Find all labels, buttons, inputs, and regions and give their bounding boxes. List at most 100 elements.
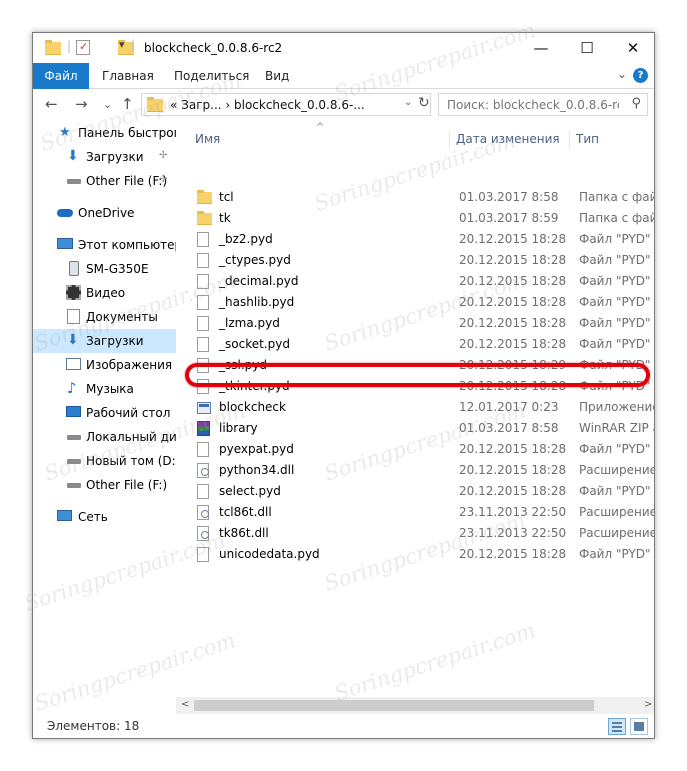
file-name: _lzma.pyd bbox=[219, 316, 280, 330]
dll-icon bbox=[197, 463, 209, 478]
explorer-window: | ✓ ▾ | blockcheck_0.0.8.6-rc2 — ☐ ✕ Фай… bbox=[32, 32, 655, 739]
file-row-ssl[interactable]: _ssl.pyd 20.12.2015 18:29 Файл "PYD" bbox=[183, 355, 654, 376]
large-icons-view-icon[interactable] bbox=[630, 718, 648, 735]
up-button[interactable]: ↑ bbox=[121, 95, 134, 113]
refresh-button[interactable]: ↻ bbox=[418, 95, 430, 111]
file-icon bbox=[197, 274, 209, 289]
application-icon bbox=[197, 402, 211, 414]
tab-view[interactable]: Вид bbox=[265, 69, 289, 83]
file-type: Файл "PYD" bbox=[579, 295, 651, 309]
nav-item-music[interactable]: ♪ Музыка bbox=[33, 377, 176, 401]
nav-item-downloads[interactable]: ⬇ Загрузки bbox=[33, 329, 176, 353]
nav-item-videos[interactable]: Видео bbox=[33, 281, 176, 305]
network-icon bbox=[57, 510, 72, 521]
file-row-socket[interactable]: _socket.pyd 20.12.2015 18:28 Файл "PYD" bbox=[183, 334, 654, 355]
file-row-tkinter[interactable]: _tkinter.pyd 20.12.2015 18:28 Файл "PYD" bbox=[183, 376, 654, 397]
scroll-right-icon[interactable]: > bbox=[644, 699, 652, 710]
minimize-button[interactable]: — bbox=[518, 33, 564, 63]
file-name: tcl86t.dll bbox=[219, 505, 272, 519]
recent-locations-button[interactable]: ⌄ bbox=[103, 98, 112, 111]
scrollbar-thumb[interactable] bbox=[194, 700, 594, 711]
file-type: Файл "PYD" bbox=[579, 379, 651, 393]
nav-item-this-pc[interactable]: Этот компьютер bbox=[33, 233, 176, 257]
nav-item-label: Этот компьютер bbox=[78, 238, 176, 252]
file-row-tcl86t[interactable]: tcl86t.dll 23.11.2013 22:50 Расширение п… bbox=[183, 502, 654, 523]
file-type: Файл "PYD" bbox=[579, 358, 651, 372]
folder-icon bbox=[147, 97, 163, 112]
column-header-type[interactable]: Тип bbox=[576, 132, 599, 146]
nav-item-documents[interactable]: Документы bbox=[33, 305, 176, 329]
nav-item-desktop[interactable]: Рабочий стол bbox=[33, 401, 176, 425]
nav-item-drive-c[interactable]: Локальный диск (C:) bbox=[33, 425, 176, 449]
nav-item-drive-f[interactable]: Other File (F:) bbox=[33, 473, 176, 497]
file-name: blockcheck bbox=[219, 400, 286, 414]
details-view-icon[interactable] bbox=[608, 718, 626, 735]
separator-icon: | bbox=[131, 38, 136, 52]
file-row-tk[interactable]: tk 01.03.2017 8:59 Папка с файлами bbox=[183, 208, 654, 229]
folder-icon bbox=[45, 40, 61, 55]
forward-button[interactable]: → bbox=[75, 95, 88, 113]
file-row-library[interactable]: library 01.03.2017 8:58 WinRAR ZIP архив bbox=[183, 418, 654, 439]
file-date: 01.03.2017 8:58 bbox=[459, 421, 559, 435]
file-row-tk86t[interactable]: tk86t.dll 23.11.2013 22:50 Расширение пр… bbox=[183, 523, 654, 544]
search-input[interactable] bbox=[439, 94, 619, 115]
maximize-button[interactable]: ☐ bbox=[564, 33, 610, 63]
file-icon bbox=[197, 484, 209, 499]
file-name: _bz2.pyd bbox=[219, 232, 273, 246]
nav-item-network[interactable]: Сеть bbox=[33, 505, 176, 529]
tab-file[interactable]: Файл bbox=[33, 63, 89, 89]
file-row-tcl[interactable]: tcl 01.03.2017 8:58 Папка с файлами bbox=[183, 187, 654, 208]
scroll-left-icon[interactable]: < bbox=[181, 699, 189, 710]
file-row-decimal[interactable]: _decimal.pyd 20.12.2015 18:28 Файл "PYD" bbox=[183, 271, 654, 292]
nav-item-other-file-pinned[interactable]: Other File (F:) ✢ bbox=[33, 169, 176, 193]
nav-item-onedrive[interactable]: OneDrive bbox=[33, 201, 176, 225]
file-type: Файл "PYD" bbox=[579, 316, 651, 330]
nav-item-label: Музыка bbox=[86, 382, 134, 396]
winrar-archive-icon bbox=[197, 421, 210, 436]
qat-dropdown-icon[interactable]: ▾ bbox=[119, 38, 125, 54]
file-name: unicodedata.pyd bbox=[219, 547, 320, 561]
ribbon-tabs: Файл Главная Поделиться Вид ⌄ ? bbox=[33, 63, 654, 89]
file-row-lzma[interactable]: _lzma.pyd 20.12.2015 18:28 Файл "PYD" bbox=[183, 313, 654, 334]
nav-item-downloads-pinned[interactable]: ⬇ Загрузки ✢ bbox=[33, 145, 176, 169]
nav-item-phone[interactable]: SM-G350E bbox=[33, 257, 176, 281]
column-divider[interactable] bbox=[449, 131, 450, 149]
close-button[interactable]: ✕ bbox=[610, 33, 654, 63]
file-row-blockcheck[interactable]: blockcheck 12.01.2017 0:23 Приложение bbox=[183, 397, 654, 418]
file-name: select.pyd bbox=[219, 484, 281, 498]
tab-home[interactable]: Главная bbox=[102, 69, 154, 83]
file-name: _ctypes.pyd bbox=[219, 253, 291, 267]
file-row-select[interactable]: select.pyd 20.12.2015 18:28 Файл "PYD" bbox=[183, 481, 654, 502]
back-button[interactable]: ← bbox=[45, 95, 58, 113]
address-bar[interactable]: « Загр... › blockcheck_0.0.8.6-... ⌄ ↻ bbox=[141, 93, 431, 116]
horizontal-scrollbar[interactable]: < > bbox=[176, 697, 654, 714]
nav-item-label: Рабочий стол bbox=[86, 406, 171, 420]
search-box[interactable]: ⚲ bbox=[438, 93, 648, 116]
nav-item-quick-access[interactable]: ★ Панель быстрого доступа bbox=[33, 121, 176, 145]
file-row-hashlib[interactable]: _hashlib.pyd 20.12.2015 18:28 Файл "PYD" bbox=[183, 292, 654, 313]
file-row-unicodedata[interactable]: unicodedata.pyd 20.12.2015 18:28 Файл "P… bbox=[183, 544, 654, 565]
file-row-pyexpat[interactable]: pyexpat.pyd 20.12.2015 18:28 Файл "PYD" bbox=[183, 439, 654, 460]
column-divider[interactable] bbox=[569, 131, 570, 149]
tab-share[interactable]: Поделиться bbox=[174, 69, 249, 83]
properties-icon[interactable]: ✓ bbox=[76, 40, 90, 55]
file-icon bbox=[197, 337, 209, 352]
file-row-bz2[interactable]: _bz2.pyd 20.12.2015 18:28 Файл "PYD" bbox=[183, 229, 654, 250]
search-icon[interactable]: ⚲ bbox=[631, 96, 641, 111]
help-icon[interactable]: ? bbox=[633, 68, 648, 83]
column-header-name[interactable]: Имя bbox=[195, 132, 220, 146]
file-name: tk86t.dll bbox=[219, 526, 269, 540]
item-count: Элементов: 18 bbox=[47, 719, 140, 733]
file-row-ctypes[interactable]: _ctypes.pyd 20.12.2015 18:28 Файл "PYD" bbox=[183, 250, 654, 271]
address-dropdown-icon[interactable]: ⌄ bbox=[404, 97, 412, 108]
file-type: Файл "PYD" bbox=[579, 484, 651, 498]
ribbon-expand-icon[interactable]: ⌄ bbox=[617, 67, 627, 81]
file-icon bbox=[197, 316, 209, 331]
breadcrumb[interactable]: « Загр... › blockcheck_0.0.8.6-... bbox=[170, 98, 365, 112]
file-date: 20.12.2015 18:28 bbox=[459, 379, 567, 393]
column-header-date[interactable]: Дата изменения bbox=[456, 132, 560, 146]
nav-item-drive-d[interactable]: Новый том (D:) bbox=[33, 449, 176, 473]
nav-item-label: Новый том (D:) bbox=[86, 454, 176, 468]
file-row-python34[interactable]: python34.dll 20.12.2015 18:28 Расширение… bbox=[183, 460, 654, 481]
nav-item-pictures[interactable]: Изображения bbox=[33, 353, 176, 377]
